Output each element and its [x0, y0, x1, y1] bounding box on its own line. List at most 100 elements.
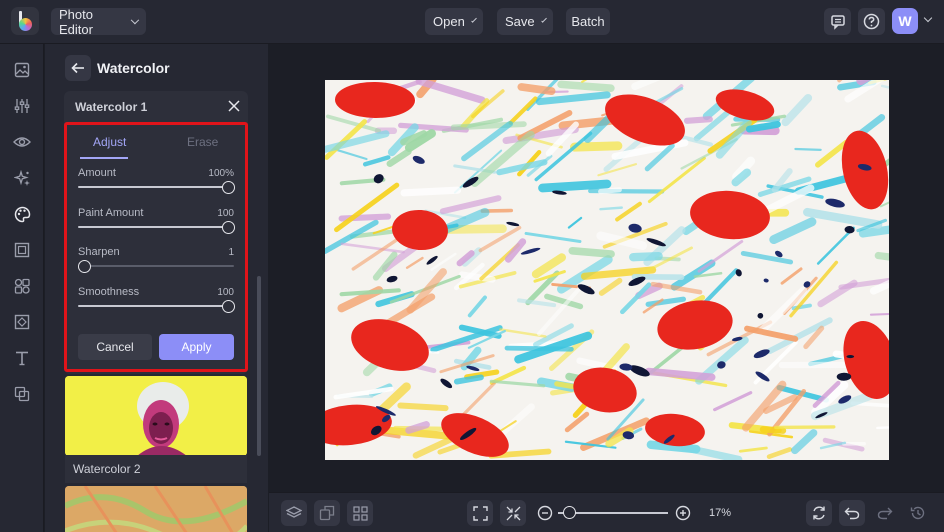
slider-handle[interactable]: [222, 220, 235, 234]
top-bar: Photo Editor Open Save Batch W: [0, 0, 944, 44]
batch-button[interactable]: Batch: [566, 8, 610, 35]
texture-icon: [14, 314, 30, 330]
back-button[interactable]: [65, 55, 91, 81]
history-icon: [910, 506, 925, 520]
slider-handle[interactable]: [222, 181, 235, 194]
logo-mark: [17, 11, 33, 31]
tool-rail: [0, 44, 44, 532]
slider-value: 100: [217, 207, 234, 219]
highlight-box: Adjust Erase Amount 100% Paint Amount 100 Sh…: [64, 122, 248, 372]
chevron-down-icon: [131, 15, 140, 24]
zoom-level: 17%: [709, 507, 732, 519]
save-menu[interactable]: Save: [497, 8, 553, 35]
cancel-button[interactable]: Cancel: [78, 334, 152, 360]
active-tab-indicator: [80, 157, 128, 159]
rail-textures[interactable]: [12, 312, 32, 332]
fit-screen-button[interactable]: [467, 500, 493, 526]
rail-text[interactable]: [12, 348, 32, 368]
slider-handle[interactable]: [78, 260, 91, 273]
leaf-thumbnail-image: [65, 486, 247, 532]
zoom-in-button[interactable]: [675, 505, 691, 526]
comment-icon: [830, 14, 845, 30]
account-chevron-down-icon[interactable]: [923, 13, 933, 23]
close-icon[interactable]: [227, 99, 241, 113]
replace-image-button[interactable]: [314, 500, 340, 526]
layers-icon: [286, 506, 302, 518]
tab-adjust[interactable]: Adjust: [93, 135, 126, 149]
overlay-icon: [14, 386, 30, 402]
slider-label: Paint Amount: [78, 206, 144, 219]
grid-icon: [352, 505, 368, 521]
preset-thumbnail-watercolor-2[interactable]: [65, 376, 247, 456]
sparkle-icon: [13, 169, 30, 186]
portrait-thumbnail-image: [65, 376, 247, 456]
bottom-toolbar: 17%: [269, 492, 944, 532]
slider-track[interactable]: [78, 186, 234, 188]
reset-icon: [813, 506, 825, 520]
tab-erase[interactable]: Erase: [187, 135, 218, 149]
preset-label: Watercolor 2: [73, 462, 141, 476]
history-button[interactable]: [910, 505, 926, 526]
redo-icon: [877, 507, 893, 520]
arrow-left-icon: [71, 62, 84, 74]
watercolor-image[interactable]: [325, 80, 889, 460]
watercolor-artwork: [325, 80, 889, 460]
photo-editor-menu[interactable]: Photo Editor: [51, 7, 146, 37]
replace-icon: [319, 505, 335, 521]
grid-view-button[interactable]: [347, 500, 373, 526]
rail-graphics[interactable]: [12, 276, 32, 296]
preset-label-row[interactable]: Watercolor 2: [65, 455, 247, 483]
reset-button[interactable]: [806, 500, 832, 526]
chevron-down-icon: [471, 16, 477, 23]
rail-effects[interactable]: [12, 132, 32, 152]
palette-icon: [14, 206, 30, 222]
slider-track[interactable]: [78, 225, 234, 228]
slider-value: 100: [217, 286, 234, 298]
sliders-icon: [14, 99, 30, 113]
open-menu[interactable]: Open: [425, 8, 483, 35]
slider-track[interactable]: [78, 265, 234, 267]
preset-thumbnail-next[interactable]: [65, 486, 247, 532]
panel-scrollbar[interactable]: [257, 276, 261, 456]
eye-icon: [13, 137, 31, 147]
frame-icon: [14, 242, 30, 258]
slider-track[interactable]: [78, 304, 234, 307]
slider-label: Amount: [78, 167, 116, 179]
image-icon: [14, 62, 30, 78]
canvas-area: [269, 44, 944, 492]
layers-button[interactable]: [281, 500, 307, 526]
shapes-icon: [14, 278, 30, 294]
help-button[interactable]: [858, 8, 885, 35]
slider-value: 100%: [208, 168, 234, 179]
zoom-out-button[interactable]: [537, 505, 553, 526]
rail-touchup[interactable]: [12, 168, 32, 188]
undo-icon: [844, 507, 860, 520]
rail-artsy[interactable]: [12, 204, 32, 224]
rail-image[interactable]: [12, 60, 32, 80]
slider-handle[interactable]: [222, 299, 235, 313]
undo-button[interactable]: [839, 500, 865, 526]
slider-label: Sharpen: [78, 246, 120, 258]
save-menu-label: Save: [505, 14, 535, 29]
effects-panel: Watercolor Watercolor 1 Adjust Erase Amo…: [45, 44, 268, 532]
redo-button[interactable]: [877, 506, 893, 525]
rail-adjust[interactable]: [12, 96, 32, 116]
fit-screen-icon: [472, 505, 488, 521]
actual-size-button[interactable]: [500, 500, 526, 526]
zoom-slider-handle[interactable]: [562, 506, 576, 519]
comment-button[interactable]: [824, 8, 851, 35]
user-avatar[interactable]: W: [892, 8, 918, 34]
text-icon: [16, 351, 28, 366]
zoom-out-icon: [537, 505, 553, 521]
slider-value: 1: [228, 247, 234, 258]
chevron-down-icon: [540, 16, 547, 23]
panel-title: Watercolor: [97, 60, 170, 76]
actual-size-icon: [506, 506, 520, 520]
effect-card-title: Watercolor 1: [75, 100, 148, 114]
rail-overlays[interactable]: [12, 384, 32, 404]
app-logo[interactable]: [11, 7, 39, 35]
apply-button[interactable]: Apply: [159, 334, 234, 360]
effect-settings-card: Watercolor 1 Adjust Erase Amount 100% Pain…: [64, 91, 248, 374]
rail-frames[interactable]: [12, 240, 32, 260]
batch-button-label: Batch: [571, 14, 605, 29]
